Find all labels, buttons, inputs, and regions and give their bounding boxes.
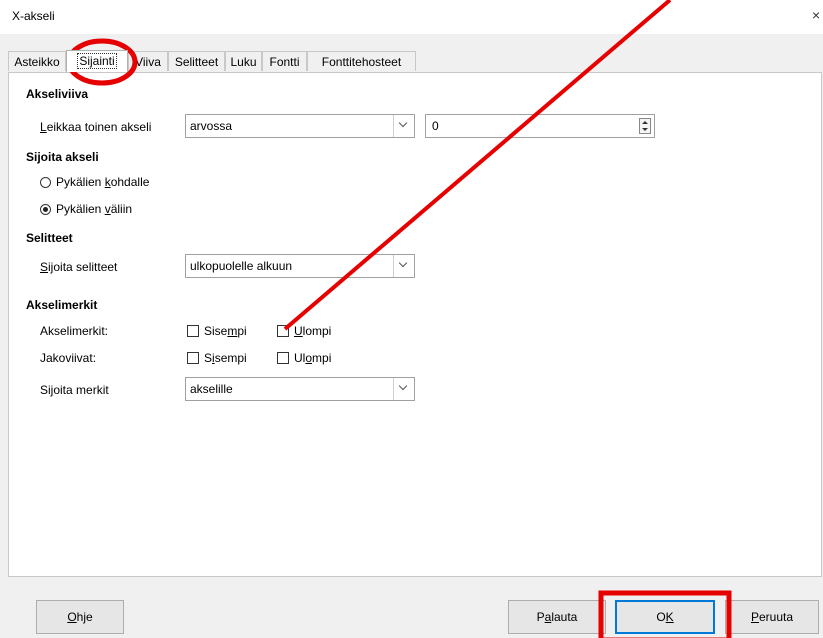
tab-label: Viiva xyxy=(135,55,161,69)
section-heading-akseliviiva: Akseliviiva xyxy=(26,87,89,101)
section-heading-akselimerkit: Akselimerkit xyxy=(26,298,98,312)
tab-panel xyxy=(8,72,822,577)
tab-sijainti[interactable]: Sijainti xyxy=(66,50,128,72)
chevron-down-icon[interactable] xyxy=(393,378,414,400)
window-title: X-akseli xyxy=(12,9,55,23)
tab-viiva[interactable]: Viiva xyxy=(128,51,168,71)
checkbox-label-interval-inner: Sisempi xyxy=(204,351,247,365)
checkbox-label-interval-outer: Ulompi xyxy=(294,351,332,365)
dropdown-value: akselille xyxy=(190,382,233,396)
section-heading-sijoita-akseli: Sijoita akseli xyxy=(26,150,99,164)
place-marks-dropdown[interactable]: akselille xyxy=(185,377,415,401)
help-button[interactable]: Ohje xyxy=(36,600,124,634)
dropdown-value: arvossa xyxy=(190,119,233,133)
radio-label-pykalien-kohdalle: Pykälien kohdalle xyxy=(56,175,150,189)
cancel-button[interactable]: Peruuta xyxy=(725,600,819,634)
title-bar: X-akseli × xyxy=(0,0,823,34)
tab-luku[interactable]: Luku xyxy=(225,51,262,71)
radio-label-pykalien-valiin: Pykälien väliin xyxy=(56,202,133,216)
place-labels-dropdown[interactable]: ulkopuolelle alkuun xyxy=(185,254,415,278)
ok-button[interactable]: OK xyxy=(615,600,715,634)
tab-asteikko[interactable]: Asteikko xyxy=(8,51,66,71)
checkbox-label-tick-inner: Sisempi xyxy=(204,324,247,338)
tick-marks-label: Akselimerkit: xyxy=(40,324,109,338)
reset-button[interactable]: Palauta xyxy=(508,600,606,634)
place-marks-label: Sijoita merkit xyxy=(40,383,109,397)
checkbox-label-tick-outer: Ulompi xyxy=(294,324,332,338)
checkbox-interval-inner[interactable] xyxy=(187,352,199,364)
dropdown-value: ulkopuolelle alkuun xyxy=(190,259,293,273)
tab-label: Selitteet xyxy=(174,55,219,69)
section-heading-selitteet: Selitteet xyxy=(26,231,73,245)
tab-fonttitehosteet[interactable]: Fonttitehosteet xyxy=(307,51,416,71)
tab-label: Sijainti xyxy=(77,53,117,69)
tab-label: Fontti xyxy=(269,55,300,69)
cross-value-spinner[interactable]: 0 xyxy=(425,114,655,138)
tab-label: Fonttitehosteet xyxy=(321,55,402,69)
close-icon[interactable]: × xyxy=(812,7,820,23)
tab-label: Asteikko xyxy=(14,55,60,69)
tab-label: Luku xyxy=(230,55,257,69)
checkbox-tick-inner[interactable] xyxy=(187,325,199,337)
checkbox-tick-outer[interactable] xyxy=(277,325,289,337)
checkbox-interval-outer[interactable] xyxy=(277,352,289,364)
spinner-value: 0 xyxy=(432,119,439,133)
chevron-down-icon[interactable] xyxy=(393,115,414,137)
chevron-down-icon[interactable] xyxy=(393,255,414,277)
cross-axis-label: Leikkaa toinen akseli xyxy=(40,120,152,134)
radio-pykalien-valiin[interactable] xyxy=(40,204,51,215)
cross-axis-dropdown[interactable]: arvossa xyxy=(185,114,415,138)
spinner-arrows-icon[interactable] xyxy=(639,118,651,134)
interval-marks-label: Jakoviivat: xyxy=(40,351,97,365)
tab-fontti[interactable]: Fontti xyxy=(262,51,307,71)
place-labels-label: Sijoita selitteet xyxy=(40,260,118,274)
tab-selitteet[interactable]: Selitteet xyxy=(168,51,225,71)
radio-pykalien-kohdalle[interactable] xyxy=(40,177,51,188)
